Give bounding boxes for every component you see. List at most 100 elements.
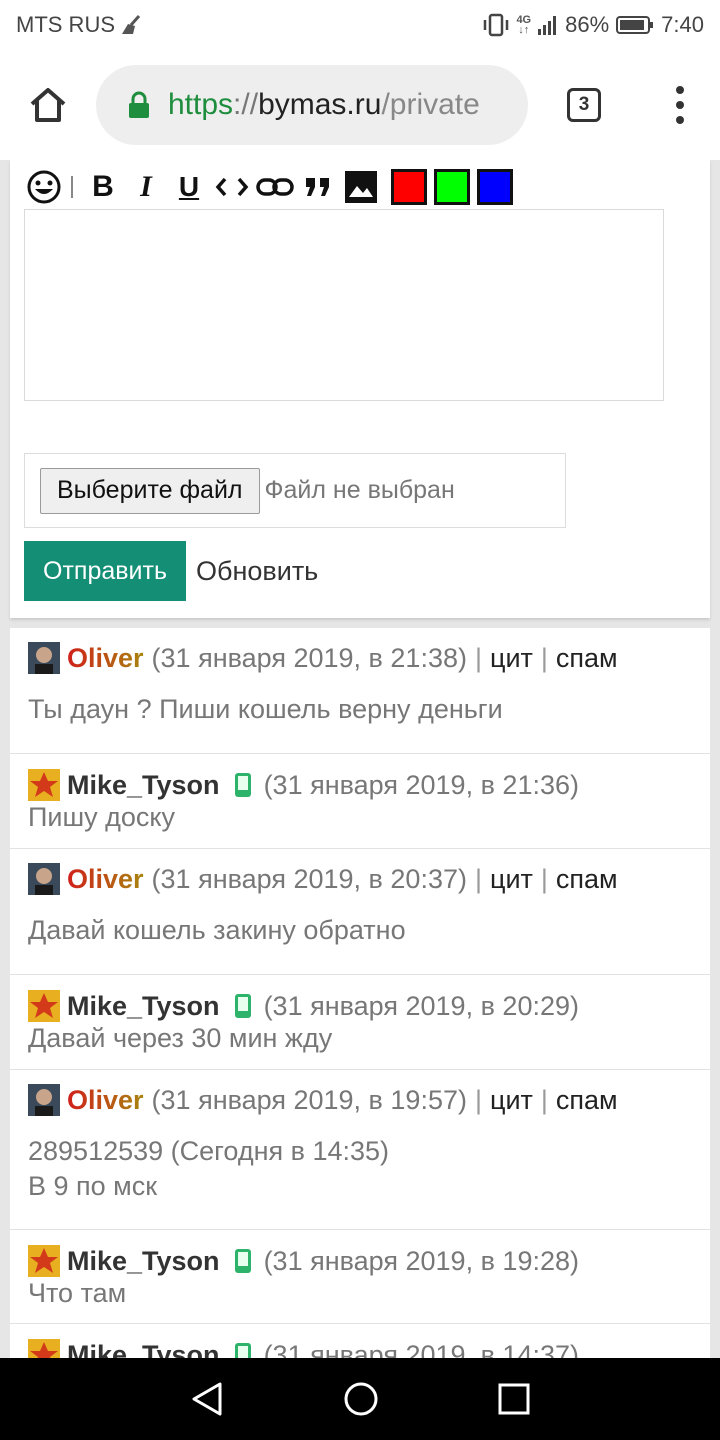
battery-icon	[616, 16, 654, 34]
list-item: Oliver (31 января 2019, в 19:57) | цит |…	[10, 1070, 710, 1230]
message-date: (31 января 2019, в 20:37)	[151, 863, 467, 894]
link-icon[interactable]	[255, 167, 295, 207]
color-green-button[interactable]	[434, 169, 470, 205]
avatar	[28, 642, 60, 674]
code-icon[interactable]	[212, 167, 252, 207]
url-scheme: https	[168, 88, 234, 121]
reply-form: B I U Выберите файл Файл не выбран Отпра…	[10, 160, 710, 618]
menu-dot	[676, 86, 684, 94]
avatar	[28, 1339, 60, 1358]
back-icon[interactable]	[190, 1381, 224, 1417]
message-date: (31 января 2019, в 20:29)	[263, 990, 579, 1021]
refresh-link[interactable]: Обновить	[196, 541, 318, 601]
message-date: (31 января 2019, в 21:36)	[263, 769, 579, 800]
italic-icon[interactable]: I	[126, 167, 166, 207]
url-host: bymas.ru	[258, 88, 382, 121]
system-nav-bar	[0, 1358, 720, 1440]
url-bar[interactable]: https://bymas.ru/private	[96, 65, 528, 145]
message-text: Давай через 30 мин жду	[28, 1023, 333, 1053]
quote-link[interactable]: цит	[490, 643, 533, 674]
tab-switcher-button[interactable]: 3	[528, 50, 640, 160]
author-name[interactable]: Mike_Tyson	[67, 991, 220, 1022]
separator: |	[540, 642, 548, 673]
menu-dot	[676, 116, 684, 124]
spam-link[interactable]: спам	[556, 643, 618, 674]
message-date: (31 января 2019, в 19:28)	[263, 1245, 579, 1276]
vibrate-icon	[484, 13, 509, 37]
lock-icon	[129, 91, 149, 118]
underline-icon[interactable]: U	[169, 167, 209, 207]
avatar	[28, 769, 60, 801]
list-item: Mike_Tyson (31 января 2019, в 21:36) Пиш…	[10, 754, 710, 849]
battery-percent: 86%	[565, 12, 610, 37]
avatar	[28, 1084, 60, 1116]
page-viewport: B I U Выберите файл Файл не выбран Отпра…	[0, 160, 720, 1358]
message-textarea[interactable]	[24, 209, 664, 401]
editor-toolbar: B I U	[24, 166, 513, 208]
quote-icon[interactable]	[298, 167, 338, 207]
image-icon[interactable]	[341, 167, 381, 207]
separator: |	[540, 863, 548, 894]
url-separator: ://	[233, 88, 259, 121]
list-item: Oliver (31 января 2019, в 20:37) | цит |…	[10, 849, 710, 975]
message-text-line-2: В 9 по мск	[28, 1171, 158, 1201]
author-name[interactable]: Mike_Tyson	[67, 1246, 220, 1277]
author-name[interactable]: Oliver	[67, 1085, 144, 1116]
smiley-icon[interactable]	[24, 167, 64, 207]
separator: |	[474, 642, 482, 673]
send-button[interactable]: Отправить	[24, 541, 186, 601]
color-blue-button[interactable]	[477, 169, 513, 205]
list-item: Oliver (31 января 2019, в 21:38) | цит |…	[10, 628, 710, 754]
bold-icon[interactable]: B	[83, 167, 123, 207]
author-name[interactable]: Oliver	[67, 864, 144, 895]
home-icon	[30, 88, 66, 122]
message-date: (31 января 2019, в 14:37)	[263, 1339, 579, 1359]
avatar	[28, 1245, 60, 1277]
avatar	[28, 990, 60, 1022]
browser-toolbar: https://bymas.ru/private 3	[0, 50, 720, 160]
mobile-icon	[234, 773, 251, 797]
message-text: Пишу доску	[28, 802, 176, 832]
author-name[interactable]: Mike_Tyson	[67, 1340, 220, 1359]
spam-link[interactable]: спам	[556, 1085, 618, 1116]
separator: |	[474, 863, 482, 894]
tab-count: 3	[567, 88, 601, 122]
vpn-broom-icon	[122, 15, 141, 34]
network-arrows: ↓↑	[518, 24, 530, 36]
file-status: Файл не выбран	[264, 476, 455, 504]
list-item: Mike_Tyson (31 января 2019, в 14:37)	[10, 1324, 710, 1358]
signal-icon	[538, 16, 557, 35]
message-text: Давай кошель закину обратно	[28, 915, 406, 945]
list-item: Mike_Tyson (31 января 2019, в 19:28) Что…	[10, 1230, 710, 1324]
menu-dot	[676, 101, 684, 109]
mobile-icon	[234, 994, 251, 1018]
quote-link[interactable]: цит	[490, 864, 533, 895]
list-item: Mike_Tyson (31 января 2019, в 20:29) Дав…	[10, 975, 710, 1070]
avatar	[28, 863, 60, 895]
separator: |	[540, 1084, 548, 1115]
message-text: Что там	[28, 1278, 127, 1308]
clock: 7:40	[661, 12, 704, 37]
toolbar-divider	[71, 176, 73, 198]
url-path: /private	[381, 88, 480, 121]
author-name[interactable]: Oliver	[67, 643, 144, 674]
message-date: (31 января 2019, в 21:38)	[151, 642, 467, 673]
choose-file-button[interactable]: Выберите файл	[40, 467, 260, 514]
home-button[interactable]	[0, 50, 96, 160]
file-upload: Выберите файл Файл не выбран	[24, 453, 566, 528]
author-name[interactable]: Mike_Tyson	[67, 770, 220, 801]
message-text: Ты даун ? Пиши кошель верну деньги	[28, 694, 503, 724]
status-bar: MTS RUS 4G ↓↑ 86% 7:40	[0, 0, 720, 50]
mobile-icon	[234, 1249, 251, 1273]
color-red-button[interactable]	[391, 169, 427, 205]
spam-link[interactable]: спам	[556, 864, 618, 895]
carrier-label: MTS RUS	[16, 12, 115, 37]
quote-link[interactable]: цит	[490, 1085, 533, 1116]
message-text: 289512539 (Сегодня в 14:35)	[28, 1136, 390, 1166]
message-list: Oliver (31 января 2019, в 21:38) | цит |…	[10, 628, 710, 1358]
home-circle-icon[interactable]	[343, 1381, 379, 1417]
recents-icon[interactable]	[498, 1383, 530, 1415]
message-date: (31 января 2019, в 19:57)	[151, 1084, 467, 1115]
browser-menu-button[interactable]	[640, 50, 720, 160]
mobile-icon	[234, 1343, 251, 1358]
